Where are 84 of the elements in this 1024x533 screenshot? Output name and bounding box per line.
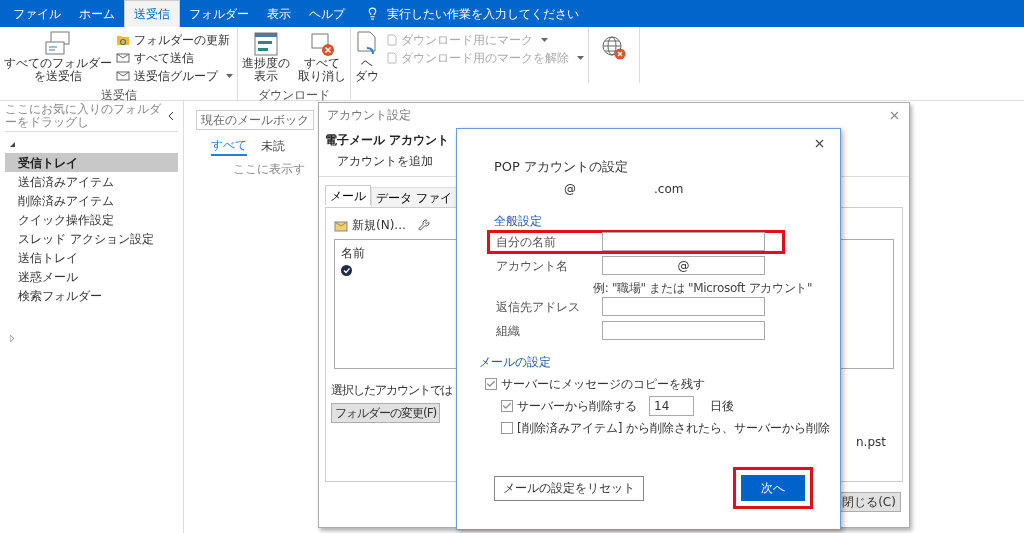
field-label: 返信先アドレス bbox=[495, 298, 581, 316]
group-label: ダウンロード bbox=[258, 87, 330, 100]
email-at-sign: @ bbox=[564, 180, 576, 198]
ribbon-tab[interactable]: フォルダー bbox=[180, 0, 258, 27]
collapse-icon bbox=[169, 112, 174, 120]
ribbon-tab[interactable]: 送受信 bbox=[124, 0, 180, 27]
email-domain: .com bbox=[654, 180, 684, 198]
section-heading: メールの設定 bbox=[479, 353, 551, 371]
collapsed-triangle-icon bbox=[10, 335, 14, 342]
days-unit: 日後 bbox=[710, 397, 734, 415]
option-label: [削除済みアイテム] から削除されたら、サーバーから削除 bbox=[517, 419, 831, 437]
dialog-title: POP アカウントの設定 bbox=[494, 158, 629, 176]
list-header: 名前 bbox=[341, 245, 365, 262]
folder-item[interactable]: 削除済みアイテム bbox=[5, 191, 178, 210]
option-label: サーバーにメッセージのコピーを残す bbox=[501, 375, 705, 393]
data-file-name: n.pst bbox=[856, 434, 886, 451]
filter-tab[interactable]: 未読 bbox=[261, 136, 285, 156]
dialog-tab[interactable]: データ ファイ bbox=[371, 187, 457, 207]
ribbon-tab[interactable]: ファイル bbox=[4, 0, 70, 27]
dialog-subheading: アカウントを追加 bbox=[337, 153, 433, 170]
checkbox[interactable] bbox=[485, 377, 497, 390]
next-button[interactable]: 次へ bbox=[741, 475, 805, 501]
empty-message: ここに表示す bbox=[233, 161, 305, 178]
selected-account-text: 選択したアカウントでは bbox=[331, 382, 452, 399]
option-label: サーバーから削除する bbox=[517, 397, 637, 415]
favorites-hint: ここにお気に入りのフォルダーをドラッグし bbox=[5, 103, 162, 129]
dialog-title: アカウント設定 bbox=[327, 107, 411, 124]
checkbox[interactable] bbox=[501, 399, 513, 412]
ribbon-large-button[interactable]: 進捗度の 表示 bbox=[242, 31, 290, 86]
caret-icon bbox=[541, 38, 548, 42]
folder-refresh-icon bbox=[116, 34, 130, 46]
ribbon-large-button[interactable]: ヘ ダウ bbox=[355, 31, 379, 83]
field-label: アカウント名 bbox=[495, 257, 569, 275]
progress-bars-icon bbox=[254, 31, 278, 57]
filter-tab[interactable]: すべて bbox=[211, 136, 247, 156]
ribbon-tab[interactable]: 表示 bbox=[258, 0, 300, 27]
globe-error-icon bbox=[601, 35, 627, 61]
field-label: 組織 bbox=[495, 322, 521, 340]
section-heading: 全般設定 bbox=[494, 212, 542, 230]
send-receive-all-button[interactable]: すべてのフォルダー を送受信 bbox=[4, 31, 112, 86]
text-input[interactable] bbox=[602, 297, 765, 316]
checkbox[interactable] bbox=[501, 421, 513, 434]
close-icon[interactable] bbox=[813, 137, 826, 150]
days-input[interactable]: 14 bbox=[649, 395, 694, 416]
search-field[interactable]: 現在のメールボック bbox=[196, 110, 314, 130]
folder-item[interactable]: 受信トレイ bbox=[5, 153, 178, 172]
envelopes-icon bbox=[43, 31, 73, 57]
new-account-button[interactable]: 新規(N)... bbox=[352, 216, 406, 234]
folder-item[interactable]: 送信トレイ bbox=[5, 248, 178, 267]
change-folder-button[interactable]: フォルダーの変更(F) bbox=[331, 403, 441, 423]
text-input[interactable]: @ bbox=[602, 256, 765, 275]
folder-item[interactable]: 迷惑メール bbox=[5, 267, 178, 286]
document-icon bbox=[387, 34, 397, 46]
group-label: 送受信 bbox=[100, 87, 137, 100]
folder-item[interactable]: クイック操作設定 bbox=[5, 210, 178, 229]
caret-icon bbox=[226, 74, 233, 78]
caret-icon bbox=[577, 56, 584, 60]
wrench-icon[interactable] bbox=[417, 219, 430, 231]
ribbon-tab[interactable]: ヘルプ bbox=[300, 0, 354, 27]
envelope-icon bbox=[116, 70, 130, 82]
text-input[interactable] bbox=[602, 321, 765, 340]
ribbon-small-button[interactable]: すべて送信 bbox=[116, 49, 233, 67]
dialog-heading: 電子メール アカウント bbox=[325, 132, 450, 149]
check-circle-icon bbox=[341, 265, 352, 276]
text-input[interactable] bbox=[602, 232, 765, 251]
ribbon-small-button[interactable]: フォルダーの更新 bbox=[116, 31, 233, 49]
lightbulb-icon bbox=[366, 7, 379, 20]
folder-item[interactable]: スレッド アクション設定 bbox=[5, 229, 178, 248]
folder-item[interactable]: 検索フォルダー bbox=[5, 286, 178, 305]
ribbon-small-button[interactable]: 送受信グループ bbox=[116, 67, 233, 85]
document-icon bbox=[387, 52, 397, 64]
ribbon-large-button[interactable]: すべて 取り消し bbox=[298, 31, 346, 86]
expanded-triangle-icon bbox=[10, 142, 15, 147]
ribbon-tab[interactable]: ホーム bbox=[70, 0, 124, 27]
cancel-envelope-icon bbox=[309, 31, 335, 57]
document-arrow-icon bbox=[355, 31, 379, 57]
dialog-tab[interactable]: メール bbox=[325, 185, 371, 205]
folder-item[interactable]: 送信済みアイテム bbox=[5, 172, 178, 191]
reset-mail-settings-button[interactable]: メールの設定をリセット bbox=[494, 475, 644, 501]
tell-me-field[interactable]: 実行したい作業を入力してください bbox=[387, 4, 579, 23]
field-label: 自分の名前 bbox=[495, 233, 557, 251]
field-hint: 例: "職場" または "Microsoft アカウント" bbox=[593, 280, 813, 295]
new-mail-icon bbox=[334, 218, 348, 232]
envelope-icon bbox=[116, 52, 130, 64]
